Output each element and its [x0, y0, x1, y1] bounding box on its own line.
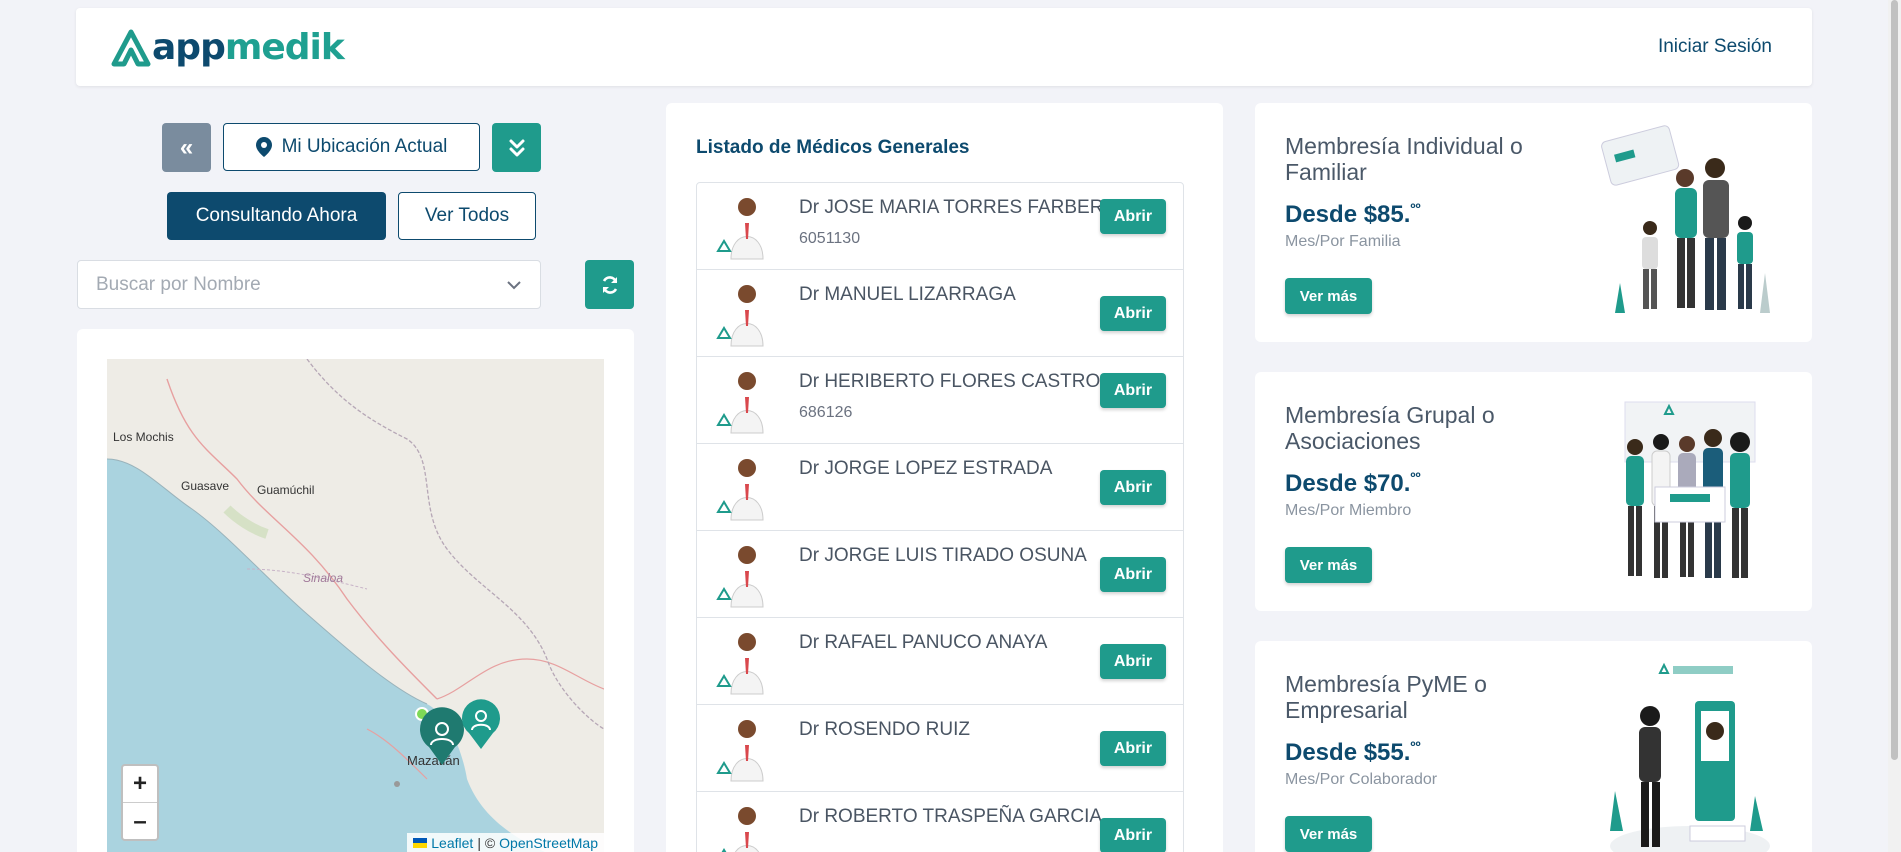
- top-navbar: appmedik Iniciar Sesión: [76, 8, 1812, 86]
- membership-unit: Mes/Por Colaborador: [1285, 771, 1438, 788]
- current-location-button[interactable]: Mi Ubicación Actual: [223, 123, 480, 171]
- map-tiles: [107, 359, 604, 852]
- map-card: Los Mochis Guasave Guamúchil Sinaloa Maz…: [77, 329, 634, 852]
- doctors-title: Listado de Médicos Generales: [696, 137, 970, 158]
- chevron-down-icon: [507, 280, 521, 289]
- double-chevron-down-icon: [509, 139, 524, 156]
- membership-card-group: Membresía Grupal o Asociaciones Desde $7…: [1255, 372, 1812, 611]
- map-attribution: Leaflet | © OpenStreetMap: [407, 833, 604, 852]
- open-doctor-button[interactable]: Abrir: [1100, 373, 1166, 408]
- list-item[interactable]: Dr HERIBERTO FLORES CASTRO 686126 Abrir: [697, 357, 1183, 444]
- attribution-separator: | ©: [477, 835, 496, 851]
- map-view[interactable]: Los Mochis Guasave Guamúchil Sinaloa Maz…: [107, 359, 604, 852]
- list-item[interactable]: Dr JOSE MARIA TORRES FARBER 6051130 Abri…: [697, 183, 1183, 270]
- doctor-avatar-icon: [716, 459, 764, 521]
- membership-title: Membresía PyME o Empresarial: [1285, 671, 1487, 723]
- membership-card-individual: Membresía Individual o Familiar Desde $8…: [1255, 103, 1812, 342]
- see-more-button[interactable]: Ver más: [1285, 547, 1372, 583]
- doctor-marker-icon[interactable]: [459, 697, 503, 751]
- scrollbar-thumb[interactable]: [1891, 0, 1898, 760]
- list-item[interactable]: Dr MANUEL LIZARRAGA Abrir: [697, 270, 1183, 357]
- zoom-out-button[interactable]: –: [123, 803, 157, 840]
- doctor-license: 686126: [799, 404, 853, 421]
- doctor-avatar-icon: [716, 285, 764, 347]
- login-link[interactable]: Iniciar Sesión: [1658, 36, 1772, 58]
- membership-title: Membresía Individual o Familiar: [1285, 133, 1523, 185]
- doctor-name: Dr JORGE LUIS TIRADO OSUNA: [799, 545, 1087, 566]
- doctor-avatar-icon: [716, 633, 764, 695]
- list-item[interactable]: Dr ROBERTO TRASPEÑA GARCIA Abrir: [697, 792, 1183, 852]
- open-doctor-button[interactable]: Abrir: [1100, 818, 1166, 852]
- appmedik-logo[interactable]: appmedik: [110, 27, 345, 68]
- doctor-avatar-icon: [716, 198, 764, 260]
- doctor-name: Dr JORGE LOPEZ ESTRADA: [799, 458, 1053, 479]
- doctors-card: Listado de Médicos Generales Dr JOSE MAR…: [666, 103, 1223, 852]
- membership-price: Desde $55.ºº: [1285, 738, 1421, 766]
- family-illustration-icon: [1601, 125, 1770, 313]
- doctor-name: Dr RAFAEL PANUCO ANAYA: [799, 632, 1048, 653]
- map-label: Sinaloa: [303, 571, 344, 585]
- list-item[interactable]: Dr ROSENDO RUIZ Abrir: [697, 705, 1183, 792]
- doctor-name: Dr MANUEL LIZARRAGA: [799, 284, 1016, 305]
- list-item[interactable]: Dr JORGE LUIS TIRADO OSUNA Abrir: [697, 531, 1183, 618]
- group-illustration-icon: [1624, 401, 1756, 578]
- doctor-avatar-icon: [716, 546, 764, 608]
- business-illustration-icon: [1610, 662, 1770, 852]
- doctor-avatar-icon: [716, 372, 764, 434]
- doctor-name: Dr HERIBERTO FLORES CASTRO: [799, 371, 1101, 392]
- doctor-name: Dr JOSE MARIA TORRES FARBER: [799, 197, 1104, 218]
- double-chevron-left-icon: «: [179, 133, 194, 161]
- doctor-avatar-icon: [721, 807, 760, 852]
- ukraine-flag-icon: [413, 838, 428, 848]
- membership-unit: Mes/Por Familia: [1285, 233, 1401, 250]
- open-doctor-button[interactable]: Abrir: [1100, 470, 1166, 505]
- membership-price: Desde $70.ºº: [1285, 469, 1421, 497]
- logo-icon: [111, 29, 151, 67]
- membership-unit: Mes/Por Miembro: [1285, 502, 1412, 519]
- osm-link[interactable]: OpenStreetMap: [499, 835, 598, 851]
- list-item[interactable]: Dr RAFAEL PANUCO ANAYA Abrir: [697, 618, 1183, 705]
- logo-wordmark: appmedik: [152, 27, 345, 68]
- consulting-now-button[interactable]: Consultando Ahora: [167, 192, 386, 240]
- expand-button[interactable]: [492, 123, 541, 172]
- see-more-button[interactable]: Ver más: [1285, 816, 1372, 852]
- see-more-button[interactable]: Ver más: [1285, 278, 1372, 314]
- map-label: Guasave: [181, 479, 230, 493]
- map-label: Guamúchil: [257, 483, 315, 497]
- open-doctor-button[interactable]: Abrir: [1100, 296, 1166, 331]
- doctor-name: Dr ROSENDO RUIZ: [799, 719, 970, 740]
- collapse-back-button[interactable]: «: [162, 123, 211, 172]
- membership-price: Desde $85.ºº: [1285, 200, 1421, 228]
- map-pin-icon: [255, 137, 272, 157]
- zoom-control: + –: [121, 764, 159, 841]
- doctor-name: Dr ROBERTO TRASPEÑA GARCIA: [799, 806, 1103, 827]
- map-label: Los Mochis: [113, 430, 174, 444]
- open-doctor-button[interactable]: Abrir: [1100, 731, 1166, 766]
- doctor-search-select[interactable]: Buscar por Nombre: [77, 260, 541, 309]
- doctor-license: 6051130: [799, 230, 861, 247]
- zoom-in-button[interactable]: +: [123, 766, 157, 803]
- membership-title: Membresía Grupal o Asociaciones: [1285, 402, 1495, 454]
- open-doctor-button[interactable]: Abrir: [1100, 557, 1166, 592]
- current-location-label: Mi Ubicación Actual: [281, 136, 448, 157]
- doctors-list: Dr JOSE MARIA TORRES FARBER 6051130 Abri…: [696, 182, 1184, 852]
- search-placeholder: Buscar por Nombre: [96, 273, 261, 295]
- open-doctor-button[interactable]: Abrir: [1100, 644, 1166, 679]
- page-scrollbar[interactable]: [1888, 0, 1901, 852]
- list-item[interactable]: Dr JORGE LOPEZ ESTRADA Abrir: [697, 444, 1183, 531]
- leaflet-link[interactable]: Leaflet: [431, 835, 473, 851]
- open-doctor-button[interactable]: Abrir: [1100, 199, 1166, 234]
- refresh-icon: [602, 275, 617, 294]
- membership-card-business: Membresía PyME o Empresarial Desde $55.º…: [1255, 641, 1812, 852]
- doctor-avatar-icon: [716, 720, 764, 782]
- refresh-button[interactable]: [585, 260, 634, 309]
- view-all-button[interactable]: Ver Todos: [398, 192, 536, 240]
